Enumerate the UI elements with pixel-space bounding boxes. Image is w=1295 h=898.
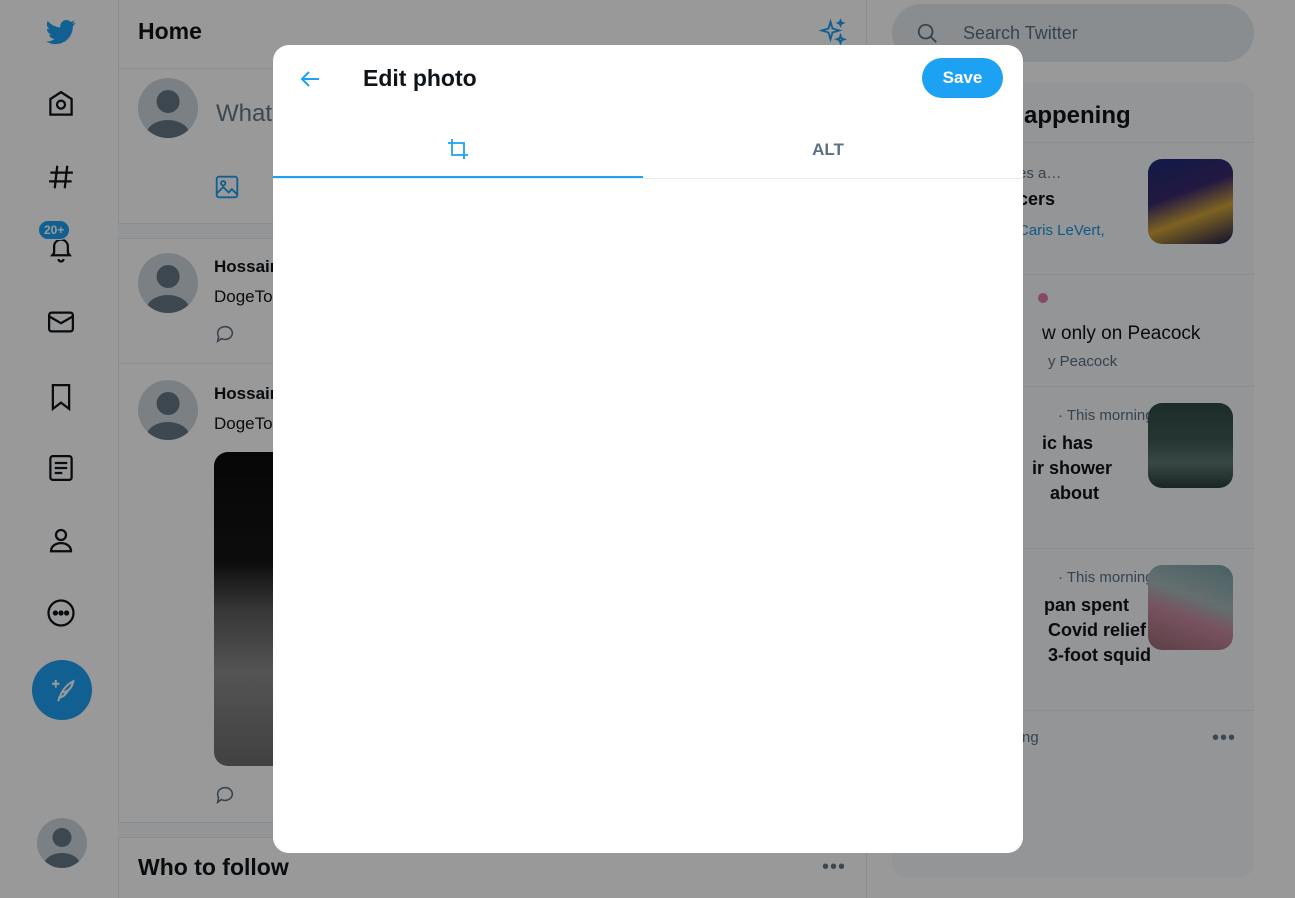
tab-alt[interactable]: ALT bbox=[643, 121, 1013, 178]
back-arrow-icon bbox=[300, 71, 319, 87]
save-button[interactable]: Save bbox=[922, 58, 1003, 98]
back-button[interactable] bbox=[291, 59, 331, 99]
edit-tabs: ALT bbox=[273, 121, 1023, 179]
edit-photo-modal: Edit photo Save ALT bbox=[273, 45, 1023, 853]
tab-crop[interactable] bbox=[273, 121, 643, 178]
modal-title: Edit photo bbox=[363, 65, 477, 91]
crop-icon bbox=[448, 138, 468, 159]
app-root: 20+ Home What Hossair DogeTo Hossair Dog… bbox=[0, 0, 1295, 898]
photo-edit-canvas[interactable] bbox=[273, 179, 1023, 853]
